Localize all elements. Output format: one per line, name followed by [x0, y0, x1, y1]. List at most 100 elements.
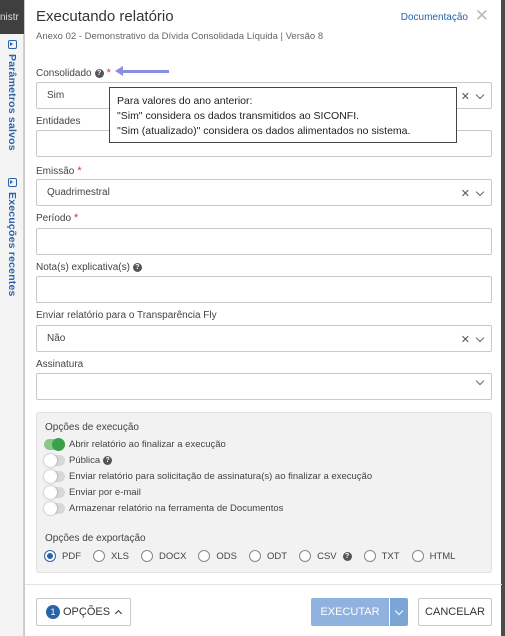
consolidado-label-text: Consolidado	[36, 67, 92, 79]
clear-icon[interactable]: ✕	[461, 90, 470, 103]
toggle-switch[interactable]	[44, 502, 65, 515]
options-count-badge: 1	[46, 605, 60, 619]
help-icon[interactable]: ?	[132, 263, 142, 272]
format-label: TXT	[381, 550, 400, 562]
tooltip-line: "Sim" considera os dados transmitidos ao…	[117, 110, 360, 122]
chevron-down-icon[interactable]	[475, 187, 485, 197]
tab-saved-parameters[interactable]: Parâmetros salvos	[4, 40, 20, 151]
arrow-icon	[115, 66, 169, 76]
option-public[interactable]: Pública ?	[44, 454, 113, 467]
help-tooltip: Para valores do ano anterior: "Sim" cons…	[109, 87, 457, 143]
periodo-label: Período *	[36, 212, 78, 224]
format-html[interactable]: HTML	[411, 550, 456, 562]
cancel-button[interactable]: CANCELAR	[418, 598, 492, 626]
required-marker: *	[77, 165, 82, 177]
toggle-switch[interactable]	[44, 454, 65, 467]
emissao-select[interactable]: Quadrimestral ✕	[36, 179, 492, 206]
transparencia-label: Enviar relatório para o Transparência Fl…	[36, 310, 217, 321]
option-label: Pública	[69, 455, 101, 466]
radio-button[interactable]	[363, 550, 376, 562]
consolidado-label: Consolidado ? *	[36, 67, 111, 79]
entidades-label-text: Entidades	[36, 116, 81, 127]
required-marker: *	[106, 67, 111, 79]
radio-button[interactable]	[411, 550, 424, 562]
chevron-down-icon	[394, 606, 404, 615]
help-icon[interactable]: ?	[103, 456, 113, 465]
option-open-report[interactable]: Abrir relatório ao finalizar a execução	[44, 438, 226, 451]
close-icon[interactable]: ✕	[475, 7, 489, 24]
format-csv[interactable]: CSV?	[299, 550, 352, 562]
option-store-documents[interactable]: Armazenar relatório na ferramenta de Doc…	[44, 502, 284, 515]
chevron-up-icon	[115, 609, 123, 618]
assinatura-label-text: Assinatura	[36, 359, 84, 370]
execute-button[interactable]: EXECUTAR	[311, 598, 389, 626]
format-label: DOCX	[158, 550, 187, 562]
dialog-footer: 1 OPÇÕES EXECUTAR CANCELAR	[25, 584, 502, 636]
emissao-label: Emissão *	[36, 165, 82, 177]
background-header-text: nistr	[0, 12, 19, 23]
chevron-down-icon[interactable]	[475, 90, 485, 100]
tab-saved-parameters-label: Parâmetros salvos	[6, 54, 18, 151]
format-ods[interactable]: ODS	[198, 550, 237, 562]
documentation-link[interactable]: Documentação	[401, 12, 468, 23]
format-label: XLS	[111, 550, 129, 562]
format-label: CSV	[317, 550, 337, 562]
format-label: ODT	[267, 550, 288, 562]
toggle-switch[interactable]	[44, 438, 65, 451]
background-header: nistr	[0, 0, 24, 34]
option-send-email[interactable]: Enviar por e-mail	[44, 486, 141, 499]
dialog-title: Executando relatório	[36, 8, 174, 25]
notas-input[interactable]	[36, 276, 492, 303]
emissao-label-text: Emissão	[36, 165, 75, 177]
chevron-down-icon[interactable]	[475, 376, 485, 386]
format-label: ODS	[216, 550, 238, 562]
clear-icon[interactable]: ✕	[461, 333, 470, 346]
expand-icon	[7, 40, 17, 49]
periodo-input[interactable]	[36, 228, 492, 255]
options-button-label: OPÇÕES	[63, 606, 111, 618]
radio-button[interactable]	[140, 550, 153, 562]
options-button[interactable]: 1 OPÇÕES	[36, 598, 131, 626]
consolidado-value: Sim	[47, 90, 65, 101]
chevron-down-icon[interactable]	[475, 333, 485, 343]
radio-button[interactable]	[198, 550, 211, 562]
option-label: Armazenar relatório na ferramenta de Doc…	[69, 503, 284, 514]
expand-icon	[7, 178, 17, 187]
toggle-switch[interactable]	[44, 486, 65, 499]
format-docx[interactable]: DOCX	[140, 550, 187, 562]
clear-icon[interactable]: ✕	[461, 187, 470, 200]
format-label: PDF	[62, 550, 81, 562]
option-request-signature[interactable]: Enviar relatório para solicitação de ass…	[44, 470, 373, 483]
radio-button[interactable]	[93, 550, 105, 562]
periodo-label-text: Período	[36, 212, 72, 224]
required-marker: *	[74, 212, 79, 224]
emissao-value: Quadrimestral	[47, 187, 110, 198]
transparencia-value: Não	[47, 333, 66, 344]
assinatura-select[interactable]	[36, 373, 492, 400]
format-xls[interactable]: XLS	[93, 550, 129, 562]
format-odt[interactable]: ODT	[249, 550, 287, 562]
execute-dropdown-button[interactable]	[390, 598, 408, 626]
tab-recent-executions[interactable]: Execuções recentes	[4, 178, 20, 297]
format-pdf[interactable]: PDF	[44, 550, 81, 562]
radio-button[interactable]	[44, 550, 56, 562]
radio-button[interactable]	[249, 550, 262, 562]
export-format-group: PDF XLS DOCX ODS ODT CSV? TXT HTML	[44, 550, 467, 562]
tooltip-line: Para valores do ano anterior:	[117, 95, 253, 107]
transparencia-label-text: Enviar relatório para o Transparência Fl…	[36, 310, 217, 321]
format-label: HTML	[429, 550, 456, 562]
format-txt[interactable]: TXT	[363, 550, 400, 562]
dialog-subtitle: Anexo 02 - Demonstrativo da Dívida Conso…	[36, 31, 324, 42]
help-icon[interactable]: ?	[342, 551, 352, 561]
export-options-title: Opções de exportação	[45, 533, 146, 544]
assinatura-label: Assinatura	[36, 359, 83, 370]
report-dialog: Executando relatório Anexo 02 - Demonstr…	[24, 0, 502, 636]
tooltip-line: "Sim (atualizado)" considera os dados al…	[117, 125, 411, 137]
option-label: Enviar por e-mail	[69, 487, 141, 498]
help-icon[interactable]: ?	[94, 68, 104, 78]
transparencia-select[interactable]: Não ✕	[36, 325, 492, 352]
toggle-switch[interactable]	[44, 470, 65, 483]
option-label: Enviar relatório para solicitação de ass…	[69, 471, 373, 482]
radio-button[interactable]	[299, 550, 312, 562]
options-panel: Opções de execução Abrir relatório ao fi…	[36, 412, 492, 573]
